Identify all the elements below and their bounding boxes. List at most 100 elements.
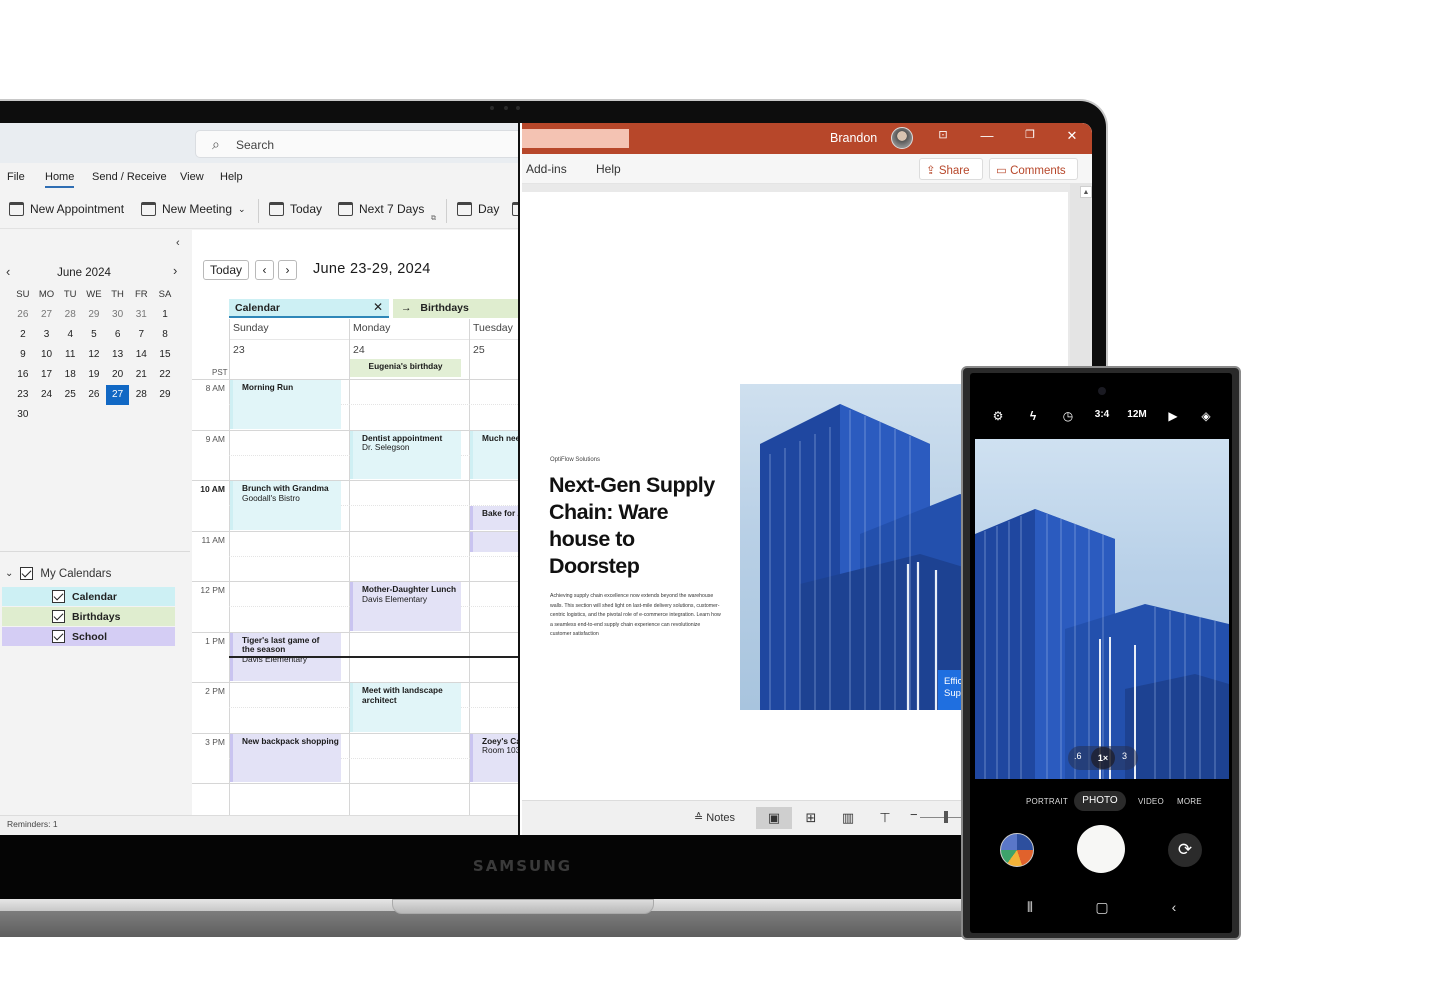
all-day-event[interactable]: Eugenia's birthday	[350, 359, 461, 377]
camera-viewfinder[interactable]	[975, 439, 1229, 779]
normal-view-icon[interactable]: ▣	[756, 807, 792, 829]
prev-week-button[interactable]: ‹	[255, 260, 274, 280]
restore-icon[interactable]: ❐	[1020, 128, 1040, 141]
document-title-field[interactable]	[522, 129, 629, 148]
next-7-days-button[interactable]: Next 7 Days	[338, 202, 424, 216]
switch-camera-icon[interactable]: ⟳	[1168, 833, 1202, 867]
motion-photo-icon[interactable]: ▶	[1158, 409, 1188, 423]
mini-calendar-day[interactable]: 30	[11, 405, 35, 425]
filters-icon[interactable]: ◈	[1191, 409, 1221, 423]
mode-portrait[interactable]: PORTRAIT	[1026, 797, 1068, 806]
search-input[interactable]: ⌕ Search	[195, 130, 518, 158]
mini-calendar-day[interactable]: 26	[11, 305, 35, 325]
mini-calendar-day[interactable]: 27	[35, 305, 59, 325]
menu-help[interactable]: Help	[596, 162, 621, 176]
mini-calendar-day[interactable]: 14	[129, 345, 153, 365]
mini-calendar-day[interactable]: 17	[35, 365, 59, 385]
mini-calendar-day[interactable]: 31	[129, 305, 153, 325]
close-icon[interactable]: ✕	[373, 300, 383, 314]
menu-file[interactable]: File	[7, 171, 25, 183]
birthdays-tab[interactable]: → Birthdays	[393, 299, 518, 318]
mini-calendar-day[interactable]: 9	[11, 345, 35, 365]
recent-apps-icon[interactable]: ⦀	[1015, 899, 1045, 916]
calendar-item-birthdays[interactable]: Birthdays	[2, 607, 175, 626]
comments-button[interactable]: ▭ Comments	[989, 158, 1078, 180]
mini-calendar-day[interactable]: 16	[11, 365, 35, 385]
zoom-3x-button[interactable]: 3	[1122, 751, 1127, 761]
mini-calendar-day[interactable]: 3	[35, 325, 59, 345]
mini-calendar-day[interactable]: 28	[58, 305, 82, 325]
calendar-tab[interactable]: Calendar ✕	[229, 299, 389, 318]
my-calendars-header[interactable]: ⌄ My Calendars	[5, 567, 111, 580]
slideshow-icon[interactable]: ⊤	[867, 807, 903, 829]
zoom-1x-button[interactable]: 1×	[1091, 747, 1115, 769]
shutter-button[interactable]	[1077, 825, 1125, 873]
calendar-event[interactable]: Dentist appointment Dr. Selegson	[350, 430, 461, 479]
day-view-button[interactable]: Day	[457, 202, 499, 216]
calendar-event[interactable]	[470, 531, 518, 553]
mode-photo[interactable]: PHOTO	[1074, 791, 1126, 811]
flash-off-icon[interactable]: ϟ	[1018, 409, 1048, 423]
mini-calendar-day[interactable]: 29	[82, 305, 106, 325]
mini-calendar-day[interactable]: 11	[58, 345, 82, 365]
menu-add-ins[interactable]: Add-ins	[526, 162, 567, 176]
mini-calendar-day[interactable]: 2	[11, 325, 35, 345]
calendar-event[interactable]: Brunch with Grandma Goodall's Bistro	[230, 481, 341, 530]
timer-icon[interactable]: ◷	[1053, 409, 1083, 423]
resolution-button[interactable]: 12M	[1122, 409, 1152, 420]
day-number[interactable]: 23	[233, 344, 245, 356]
today-button[interactable]: Today	[269, 202, 322, 216]
checkbox[interactable]	[52, 610, 65, 623]
checkbox[interactable]	[52, 590, 65, 603]
menu-send-receive[interactable]: Send / Receive	[92, 171, 167, 183]
mini-calendar-day[interactable]: 8	[153, 325, 177, 345]
checkbox[interactable]	[20, 567, 34, 580]
minimize-icon[interactable]: —	[977, 128, 997, 143]
mini-calendar-day[interactable]: 7	[129, 325, 153, 345]
calendar-item-calendar[interactable]: Calendar	[2, 587, 175, 606]
mini-calendar-day[interactable]: 22	[153, 365, 177, 385]
dialog-launcher-icon[interactable]: ⧉	[431, 215, 436, 223]
mini-calendar-day[interactable]: 21	[129, 365, 153, 385]
zoom-slider-thumb[interactable]	[944, 811, 948, 823]
mini-calendar-day[interactable]: 28	[129, 385, 153, 405]
mini-calendar-day[interactable]: 24	[35, 385, 59, 405]
checkbox[interactable]	[52, 630, 65, 643]
notes-button[interactable]: ≙ Notes	[694, 811, 735, 824]
aspect-ratio-button[interactable]: 3:4	[1087, 409, 1117, 420]
mini-calendar-day[interactable]: 26	[82, 385, 106, 405]
calendar-event[interactable]: Zoey's CakeRoom 103	[470, 733, 518, 782]
day-number[interactable]: 24	[353, 344, 365, 356]
mini-calendar-day[interactable]: 5	[82, 325, 106, 345]
mini-calendar-day[interactable]: 18	[58, 365, 82, 385]
menu-view[interactable]: View	[180, 171, 204, 183]
day-number[interactable]: 25	[473, 344, 485, 356]
close-icon[interactable]: ✕	[1062, 128, 1082, 144]
mini-calendar-day[interactable]: 6	[106, 325, 130, 345]
calendar-event[interactable]: Meet with landscape architect	[350, 683, 461, 732]
mini-calendar-day[interactable]: 25	[58, 385, 82, 405]
go-to-today-button[interactable]: Today	[203, 260, 250, 280]
mini-calendar-day[interactable]: 20	[106, 365, 130, 385]
mini-calendar-day[interactable]: 4	[58, 325, 82, 345]
settings-icon[interactable]: ⚙	[983, 409, 1013, 423]
calendar-item-school[interactable]: School	[2, 627, 175, 646]
collapse-pane-icon[interactable]: ‹	[176, 237, 180, 249]
back-icon[interactable]: ‹	[1159, 899, 1189, 915]
mini-calendar-day[interactable]: 30	[106, 305, 130, 325]
calendar-event[interactable]: Morning Run	[230, 380, 341, 429]
new-appointment-button[interactable]: New Appointment	[9, 202, 124, 216]
new-meeting-button[interactable]: New Meeting ⌄	[141, 202, 246, 216]
menu-home[interactable]: Home	[45, 171, 75, 188]
mini-calendar-day[interactable]: 23	[11, 385, 35, 405]
calendar-event[interactable]: Bake for Zoey	[470, 506, 518, 530]
mini-calendar-day-selected[interactable]: 27	[105, 385, 130, 405]
share-button[interactable]: ⇪ Share	[919, 158, 983, 180]
avatar[interactable]	[891, 127, 913, 149]
next-week-button[interactable]: ›	[278, 260, 297, 280]
mini-calendar-day[interactable]: 10	[35, 345, 59, 365]
calendar-event[interactable]: New backpack shopping	[230, 733, 341, 782]
work-week-button[interactable]	[512, 202, 518, 216]
next-month-button[interactable]: ›	[173, 263, 177, 278]
scroll-up-icon[interactable]: ▲	[1080, 186, 1092, 198]
